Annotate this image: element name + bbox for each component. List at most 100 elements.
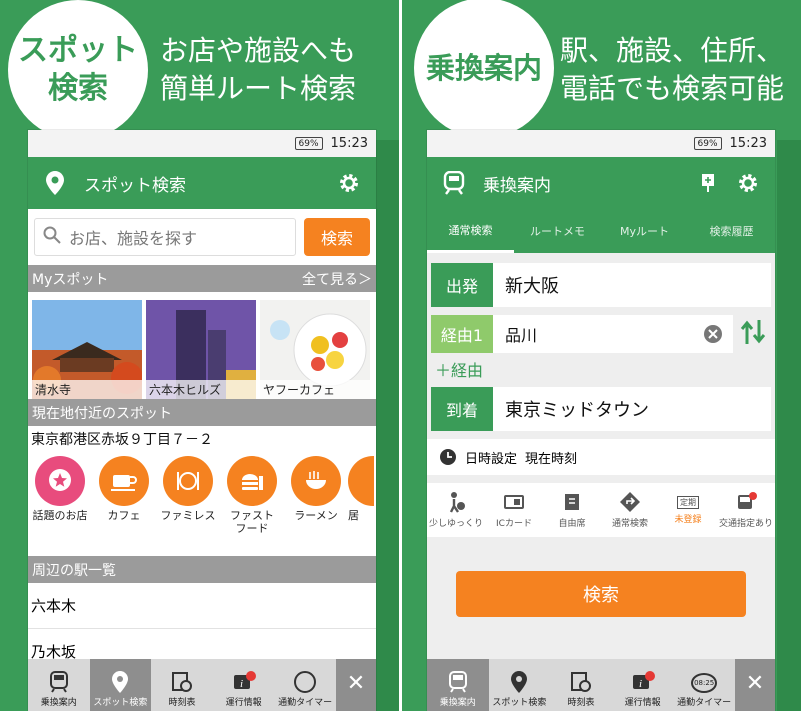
- app-bar: スポット検索: [28, 157, 376, 209]
- category-ramen[interactable]: ラーメン: [284, 456, 348, 556]
- tab-spot-search[interactable]: スポット検索: [489, 659, 551, 711]
- svg-text:i: i: [639, 678, 642, 690]
- arrival-row[interactable]: 到着 東京ミッドタウン: [431, 387, 771, 431]
- see-all-link[interactable]: 全て見る＞: [302, 269, 372, 289]
- category-cafe[interactable]: カフェ: [92, 456, 156, 556]
- gear-icon[interactable]: [735, 170, 761, 196]
- category-label: ファミレス: [160, 509, 216, 522]
- category-trending[interactable]: 話題のお店: [28, 456, 92, 556]
- phone-shadow: [375, 140, 399, 711]
- category-izakaya[interactable]: 居: [348, 456, 374, 556]
- walker-icon: [449, 492, 465, 513]
- info-alert-icon: i: [632, 671, 655, 690]
- photo-yahoo-cafe[interactable]: ヤフーカフェ: [260, 300, 370, 399]
- burger-drink-icon: [242, 474, 263, 490]
- spot-search-promo-panel: スポット 検索 お店や施設へも 簡単ルート検索 69% 15:23 スポット検索: [0, 0, 399, 711]
- arrival-label: 到着: [431, 387, 493, 431]
- transfer-promo-panel: 乗換案内 駅、施設、住所、 電話でも検索可能 69% 15:23 乗換案内 通常…: [402, 0, 801, 711]
- photo-caption: 六本木ヒルズ: [146, 380, 256, 399]
- option-free-seat[interactable]: 自由席: [543, 491, 601, 529]
- close-icon[interactable]: ✕: [335, 659, 376, 711]
- option-commuter-pass[interactable]: 定期 未登録: [659, 495, 717, 525]
- phone-screen: 69% 15:23 スポット検索 お店、施設を探す 検索 Myスポット 全て見る…: [28, 130, 376, 711]
- swap-arrows-icon[interactable]: [739, 318, 767, 350]
- badge-line-1: スポット: [18, 33, 138, 68]
- category-label: ラーメン: [294, 509, 338, 522]
- search-button[interactable]: 検索: [456, 571, 746, 617]
- gear-icon[interactable]: [336, 170, 362, 196]
- tab-spot-search[interactable]: スポット検索: [89, 659, 152, 711]
- tab-label: 通勤タイマー: [278, 698, 333, 708]
- map-pin-icon: [112, 671, 129, 693]
- option-label: 交通指定あり: [718, 519, 773, 529]
- arrival-field[interactable]: 東京ミッドタウン: [493, 387, 771, 431]
- route-board-icon[interactable]: [695, 170, 721, 196]
- search-input[interactable]: お店、施設を探す: [34, 218, 296, 256]
- category-row: 話題のお店 カフェ ファミレス ファスト フード ラーメン 居: [28, 452, 376, 556]
- search-row: お店、施設を探す 検索: [28, 209, 376, 265]
- via-label: 経由1: [431, 315, 493, 353]
- option-slow-walk[interactable]: 少しゆっくり: [427, 491, 485, 529]
- battery-indicator: 69%: [693, 137, 722, 150]
- search-mode-tabs: 通常検索 ルートメモ Myルート 検索履歴: [427, 209, 775, 253]
- search-icon: [43, 226, 61, 248]
- via-row[interactable]: 経由1 品川: [431, 315, 733, 353]
- category-label: 居: [348, 509, 359, 522]
- departure-label: 出発: [431, 263, 493, 307]
- departure-field[interactable]: 新大阪: [493, 263, 771, 307]
- close-icon[interactable]: ✕: [734, 659, 775, 711]
- bus-icon: [738, 492, 757, 509]
- tab-commute-timer[interactable]: 通勤タイマー: [274, 659, 336, 711]
- badge-line-2: 検索: [48, 71, 108, 106]
- tab-transfer[interactable]: 乗換案内: [28, 659, 90, 711]
- datetime-value: 現在時刻: [525, 451, 578, 467]
- search-button[interactable]: 検索: [304, 218, 370, 256]
- nearby-header: 現在地付近のスポット: [28, 399, 376, 426]
- option-normal-search[interactable]: 通常検索: [601, 491, 659, 529]
- search-options: 少しゆっくり ICカード 自由席 通常検索 定期 未登録 交通指定あり: [427, 483, 775, 537]
- datetime-row[interactable]: 日時設定 現在時刻: [427, 439, 775, 475]
- tab-normal-search[interactable]: 通常検索: [427, 209, 514, 253]
- clock: 15:23: [729, 136, 767, 151]
- tagline-line-2: 電話でも検索可能: [560, 72, 785, 105]
- photo-roppongi-hills[interactable]: 六本木ヒルズ: [146, 300, 256, 399]
- photo-kiyomizu[interactable]: 清水寺: [32, 300, 142, 399]
- tab-route-memo[interactable]: ルートメモ: [514, 209, 601, 253]
- battery-indicator: 69%: [294, 137, 323, 150]
- timer-icon: 08:25: [691, 673, 718, 693]
- train-icon: [441, 170, 467, 196]
- tab-timetable[interactable]: 時刻表: [550, 659, 612, 711]
- feature-badge: スポット 検索: [8, 0, 148, 140]
- stations-header: 周辺の駅一覧: [28, 556, 376, 583]
- clear-icon[interactable]: [703, 315, 733, 353]
- star-chat-icon: [49, 469, 71, 491]
- tab-service-info[interactable]: i 運行情報: [612, 659, 674, 711]
- station-row[interactable]: 六本木: [28, 583, 376, 629]
- category-fast-food[interactable]: ファスト フード: [220, 456, 284, 556]
- option-label: 少しゆっくり: [428, 519, 483, 529]
- option-label: ICカード: [496, 519, 532, 529]
- bottom-tab-bar: 乗換案内 スポット検索 時刻表 i 運行情報 通勤タイマー ✕: [28, 659, 376, 711]
- tab-timetable[interactable]: 時刻表: [151, 659, 213, 711]
- tab-label: 通勤タイマー: [677, 698, 732, 708]
- phone-screen: 69% 15:23 乗換案内 通常検索 ルートメモ Myルート 検索履歴 出発 …: [427, 130, 775, 711]
- category-family-restaurant[interactable]: ファミレス: [156, 456, 220, 556]
- via-field[interactable]: 品川: [493, 315, 703, 353]
- app-title: スポット検索: [84, 175, 186, 196]
- tab-my-route[interactable]: Myルート: [601, 209, 688, 253]
- tab-service-info[interactable]: i 運行情報: [213, 659, 275, 711]
- tab-commute-timer[interactable]: 08:25 通勤タイマー: [673, 659, 735, 711]
- commuter-pass-icon: 定期: [677, 495, 699, 509]
- tab-transfer[interactable]: 乗換案内: [427, 659, 489, 711]
- tab-label: 時刻表: [567, 698, 595, 708]
- route-form: 出発 新大阪 経由1 品川 ＋経由 到着 東京ミッドタウン 日時設定 現在時刻 …: [427, 253, 775, 661]
- departure-row[interactable]: 出発 新大阪: [431, 263, 771, 307]
- train-icon: [49, 671, 68, 693]
- current-address: 東京都港区赤坂９丁目７－２: [31, 432, 213, 448]
- option-transport-specified[interactable]: 交通指定あり: [717, 491, 775, 529]
- option-ic-card[interactable]: ICカード: [485, 491, 543, 529]
- tab-search-history[interactable]: 検索履歴: [688, 209, 775, 253]
- add-via-link[interactable]: ＋経由: [435, 357, 775, 380]
- tagline-line-1: お店や施設へも: [160, 34, 357, 67]
- photo-caption: 清水寺: [32, 380, 142, 399]
